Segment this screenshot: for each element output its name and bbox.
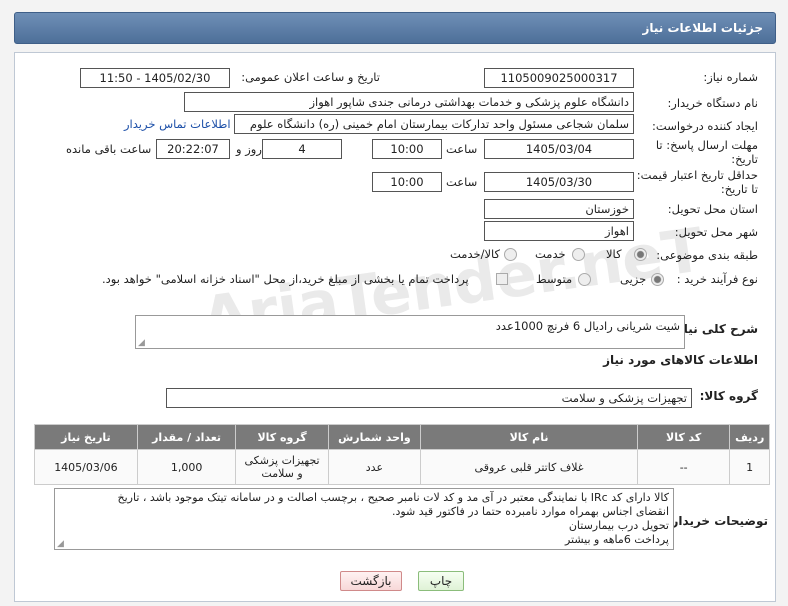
page-header: جزئیات اطلاعات نیاز (14, 12, 776, 44)
goods-group-field: تجهیزات پزشکی و سلامت (166, 388, 692, 408)
purchase-radio-medium[interactable] (578, 273, 591, 286)
requester-label: ایجاد کننده درخواست: (652, 119, 758, 133)
goods-group-label: گروه کالا: (699, 389, 758, 403)
category-radio-service[interactable] (572, 248, 585, 261)
announce-label: تاریخ و ساعت اعلان عمومی: (241, 70, 380, 84)
cell-group: تجهیزات پزشکی و سلامت (235, 449, 329, 485)
remaining-time-field: 20:22:07 (156, 139, 230, 159)
col-row-header: ردیف (729, 424, 770, 450)
buyer-note-line: کالا دارای کد IRc با نمایندگی معتبر در آ… (117, 491, 670, 504)
reply-date-field: 1405/03/04 (484, 139, 634, 159)
col-name-header: نام کالا (420, 424, 638, 450)
summary-textarea[interactable]: شیت شریانی رادیال 6 فرنچ 1000عدد ◢ (135, 315, 685, 349)
cell-row: 1 (729, 449, 770, 485)
province-field: خوزستان (484, 199, 634, 219)
days-remaining-field: 4 (262, 139, 342, 159)
table-row: 1 -- غلاف کاتتر قلبی عروقی عدد تجهیزات پ… (34, 449, 770, 485)
buyer-note-line: تحویل درب بیمارستان (568, 519, 669, 532)
category-option-goods: کالا (606, 247, 622, 261)
category-radio-both[interactable] (504, 248, 517, 261)
city-field: اهواز (484, 221, 634, 241)
summary-text: شیت شریانی رادیال 6 فرنچ 1000عدد (495, 319, 680, 333)
buyer-org-field: دانشگاه علوم پزشکی و خدمات بهداشتی درمان… (184, 92, 634, 112)
province-label: استان محل تحویل: (667, 202, 758, 216)
col-date-header: تاریخ نیاز (34, 424, 138, 450)
page-title: جزئیات اطلاعات نیاز (642, 21, 763, 35)
price-validity-label-date: تا تاریخ: (720, 182, 758, 196)
cell-name: غلاف کاتتر قلبی عروقی (420, 449, 638, 485)
buyer-contact-link[interactable]: اطلاعات تماس خریدار (124, 117, 231, 131)
requester-field: سلمان شجاعی مسئول واحد تدارکات بیمارستان… (234, 114, 634, 134)
days-label: روز و (236, 142, 262, 156)
col-group-header: گروه کالا (235, 424, 329, 450)
treasury-payment-note: پرداخت تمام یا بخشی از مبلغ خرید،از محل … (102, 272, 469, 286)
category-label: طبقه بندی موضوعی: (656, 248, 758, 262)
cell-unit: عدد (327, 449, 422, 485)
announce-field: 1405/02/30 - 11:50 (80, 68, 230, 88)
buyer-note-line: پرداخت 6ماهه و بیشتر (564, 533, 669, 546)
reply-time-field: 10:00 (372, 139, 442, 159)
table-header-row: ردیف کد کالا نام کالا واحد شمارش گروه کا… (34, 424, 770, 450)
cell-date: 1405/03/06 (34, 449, 138, 485)
need-number-label: شماره نیاز: (703, 70, 758, 84)
price-validity-label: حداقل تاریخ اعتبار قیمت: (636, 168, 758, 182)
price-time-field: 10:00 (372, 172, 442, 192)
cell-quantity: 1,000 (136, 449, 237, 485)
category-radio-goods[interactable] (634, 248, 647, 261)
price-time-label: ساعت (446, 175, 478, 189)
buyer-notes-label: توضیحات خریدار: (666, 514, 768, 528)
reply-deadline-label: مهلت ارسال پاسخ: تا (655, 138, 758, 152)
buyer-note-line: انقضای اجناس بهمراه موارد نامبرده حتما د… (391, 505, 669, 518)
col-unit-header: واحد شمارش (327, 424, 422, 450)
resize-grip-icon: ◢ (138, 338, 145, 348)
price-date-field: 1405/03/30 (484, 172, 634, 192)
buyer-notes-textarea[interactable]: کالا دارای کد IRc با نمایندگی معتبر در آ… (54, 488, 674, 550)
remaining-time-label: ساعت باقی مانده (66, 142, 152, 156)
treasury-payment-checkbox[interactable] (496, 273, 508, 285)
print-button[interactable]: چاپ (418, 571, 464, 591)
reply-deadline-label-date: تاریخ: (731, 152, 758, 166)
purchase-type-label: نوع فرآیند خرید : (676, 272, 758, 286)
items-table: ردیف کد کالا نام کالا واحد شمارش گروه کا… (34, 424, 770, 485)
col-quantity-header: تعداد / مقدار (136, 424, 237, 450)
reply-time-label: ساعت (446, 142, 478, 156)
cell-code: -- (636, 449, 731, 485)
buyer-notes-text: کالا دارای کد IRc با نمایندگی معتبر در آ… (61, 491, 670, 547)
category-option-both: کالا/خدمت (450, 247, 501, 261)
city-label: شهر محل تحویل: (674, 225, 758, 239)
purchase-option-medium: متوسط (536, 272, 573, 286)
purchase-option-minor: جزیی (620, 272, 647, 286)
resize-grip-icon: ◢ (57, 539, 64, 549)
goods-section-title: اطلاعات کالاهای مورد نیاز (603, 353, 758, 367)
category-option-service: خدمت (535, 247, 566, 261)
back-button[interactable]: بازگشت (340, 571, 402, 591)
buyer-org-label: نام دستگاه خریدار: (667, 96, 758, 110)
need-number-field: 1105009025000317 (484, 68, 634, 88)
purchase-radio-minor[interactable] (651, 273, 664, 286)
col-code-header: کد کالا (636, 424, 731, 450)
